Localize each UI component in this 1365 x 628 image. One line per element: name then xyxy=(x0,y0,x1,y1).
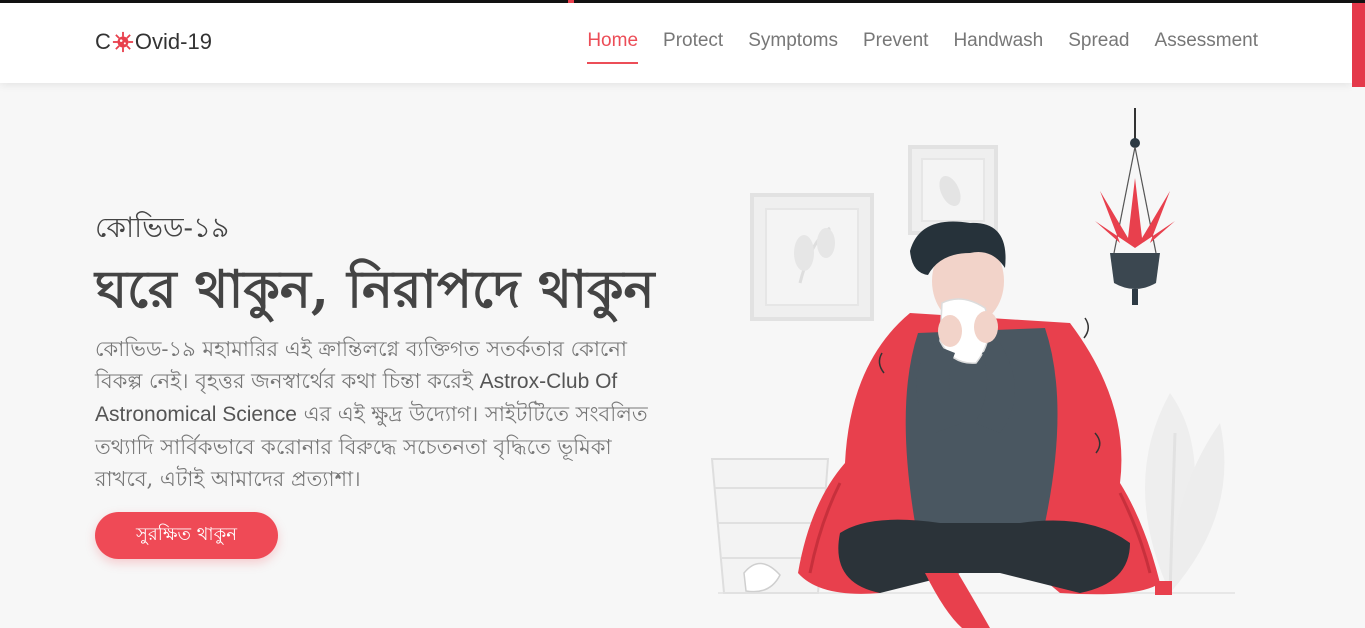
navbar: C Ovid-19 Home Protect Symptoms Prevent … xyxy=(0,3,1352,83)
hanging-plant xyxy=(1095,108,1175,305)
nav-home[interactable]: Home xyxy=(587,30,639,64)
logo[interactable]: C Ovid-19 xyxy=(95,29,212,55)
hero-description: কোভিড-১৯ মহামারির এই ক্রান্তিলগ্নে ব্যক্… xyxy=(95,333,655,495)
scrollbar-track[interactable] xyxy=(1352,87,1365,628)
nav-protect[interactable]: Protect xyxy=(663,30,723,64)
sick-man-sneezing-illustration xyxy=(710,108,1235,628)
nav-assessment[interactable]: Assessment xyxy=(1155,30,1258,64)
stay-safe-button[interactable]: সুরক্ষিত থাকুন xyxy=(95,512,278,559)
picture-frame-small xyxy=(908,145,998,235)
hero-subtitle: কোভিড-১৯ xyxy=(95,211,230,244)
nav-spread[interactable]: Spread xyxy=(1068,30,1129,64)
picture-frame-large xyxy=(750,193,874,321)
page: C Ovid-19 Home Protect Symptoms Prevent … xyxy=(0,3,1352,628)
hero-title: ঘরে থাকুন, নিরাপদে থাকুন xyxy=(95,259,655,320)
scrollbar-thumb[interactable] xyxy=(1352,3,1365,87)
background-leaf-plant xyxy=(1145,393,1225,594)
logo-suffix: Ovid-19 xyxy=(134,29,212,54)
nav-prevent[interactable]: Prevent xyxy=(863,30,928,64)
nav-handwash[interactable]: Handwash xyxy=(953,30,1043,64)
virus-icon xyxy=(112,31,133,53)
main-nav: Home Protect Symptoms Prevent Handwash S… xyxy=(587,30,1258,64)
logo-prefix: C xyxy=(95,29,111,54)
nav-symptoms[interactable]: Symptoms xyxy=(748,30,838,64)
